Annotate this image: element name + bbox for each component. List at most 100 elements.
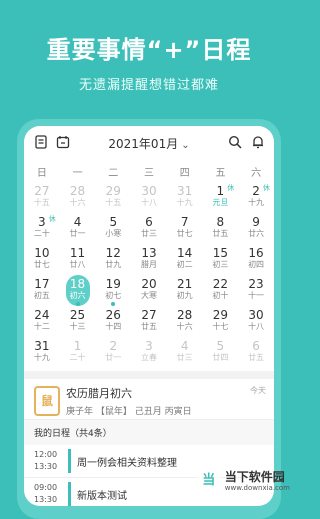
day-number: 21 xyxy=(177,277,193,291)
day-cell[interactable]: 12 廿九 xyxy=(95,244,131,275)
day-number: 4 xyxy=(180,339,189,353)
day-number: 27 xyxy=(141,308,157,322)
lunar-day: 廿九 xyxy=(105,260,122,269)
day-cell[interactable]: 14 初二 xyxy=(167,244,203,275)
day-cell[interactable]: 19 初七 xyxy=(95,275,131,306)
lunar-day: 廿一 xyxy=(105,353,122,362)
lunar-day: 二十 xyxy=(33,229,50,238)
day-cell[interactable]: 24 十二 xyxy=(24,306,60,337)
lunar-day: 二十 xyxy=(69,353,86,362)
day-cell[interactable]: 2 廿一 xyxy=(95,337,131,368)
lunar-day: 初四 xyxy=(248,260,265,269)
lunar-date-title: 农历腊月初六 xyxy=(66,387,132,400)
weekday-label: 三 xyxy=(144,167,155,179)
day-cell[interactable]: 13 腊月 xyxy=(131,244,167,275)
day-cell[interactable]: 5 廿四 xyxy=(203,337,239,368)
day-number: 1 xyxy=(73,339,82,353)
weekday-label: 五 xyxy=(215,167,226,179)
event-color-bar xyxy=(68,449,71,473)
day-cell[interactable]: 1 元旦休 xyxy=(203,182,239,213)
lunar-day: 十七 xyxy=(212,322,229,331)
watermark-name: 当下软件园 xyxy=(224,469,285,484)
day-number: 31 xyxy=(34,339,50,353)
day-cell[interactable]: 30 十八 xyxy=(131,182,167,213)
lunar-day: 十九 xyxy=(176,198,193,207)
lunar-day: 初十 xyxy=(212,291,229,300)
day-cell[interactable]: 8 廿五 xyxy=(203,213,239,244)
day-cell[interactable]: 26 十四 xyxy=(95,306,131,337)
day-number: 17 xyxy=(34,277,50,291)
calendar-toolbar: 2021年01月 ⌄ xyxy=(24,126,274,160)
day-cell[interactable]: 5 小寒 xyxy=(95,213,131,244)
day-number: 25 xyxy=(69,308,86,322)
day-cell[interactable]: 7 廿七 xyxy=(167,213,203,244)
day-number: 7 xyxy=(180,215,189,229)
day-cell[interactable]: 10 廿七 xyxy=(24,244,60,275)
day-cell[interactable]: 6 廿五 xyxy=(238,337,274,368)
day-number: 20 xyxy=(141,277,157,291)
day-cell[interactable]: 29 十五 xyxy=(95,182,131,213)
event-end: 13:30 xyxy=(34,462,58,471)
lunar-day: 十九 xyxy=(33,353,50,362)
day-cell[interactable]: 4 廿三 xyxy=(167,337,203,368)
day-cell[interactable]: 28 十六 xyxy=(167,306,203,337)
day-number: 13 xyxy=(141,246,157,260)
month-label: 2021年01月 xyxy=(108,137,179,151)
day-cell[interactable]: 3 立春 xyxy=(131,337,167,368)
day-cell[interactable]: 31 十九 xyxy=(24,337,60,368)
day-cell[interactable]: 27 十五 xyxy=(24,182,60,213)
day-number: 28 xyxy=(69,184,86,198)
lunar-day: 十三 xyxy=(69,322,86,331)
day-cell[interactable]: 1 二十 xyxy=(60,337,96,368)
day-cell[interactable]: 6 廿三 xyxy=(131,213,167,244)
lunar-day: 十八 xyxy=(248,322,265,331)
day-cell[interactable]: 9 廿六 xyxy=(238,213,274,244)
lunar-day: 初九 xyxy=(176,291,193,300)
day-number: 11 xyxy=(69,246,86,260)
day-cell[interactable]: 27 廿五 xyxy=(131,306,167,337)
weekday-label: 一 xyxy=(72,167,83,179)
lunar-day: 十五 xyxy=(105,198,122,207)
lunar-day: 十二 xyxy=(33,322,50,331)
day-number: 3 xyxy=(145,339,153,353)
ganzhi-text: 庚子年 【鼠年】 己丑月 丙寅日 xyxy=(66,407,192,417)
day-cell[interactable]: 23 十一 xyxy=(238,275,274,306)
lunar-day: 廿六 xyxy=(248,229,265,238)
month-grid: 27 十五 28 十六 29 十五 30 十八 31 十九 1 元旦休 2 十九休 3 二十休 4 廿一 5 小寒 6 廿… xyxy=(24,182,274,368)
lunar-day: 十一 xyxy=(248,291,265,300)
lunar-info: 鼠 农历腊月初六 庚子年 【鼠年】 己丑月 丙寅日 今天 xyxy=(24,379,274,419)
lunar-day: 十六 xyxy=(176,322,193,331)
day-number: 4 xyxy=(73,215,82,229)
day-cell[interactable]: 2 十九休 xyxy=(238,182,274,213)
lunar-day: 小寒 xyxy=(105,229,122,238)
day-cell[interactable]: 28 十六 xyxy=(60,182,96,213)
day-cell[interactable]: 29 十七 xyxy=(203,306,239,337)
day-cell[interactable]: 3 二十休 xyxy=(24,213,60,244)
day-cell[interactable]: 4 廿一 xyxy=(60,213,96,244)
event-color-bar xyxy=(68,482,71,506)
day-cell[interactable]: 30 十八 xyxy=(238,306,274,337)
day-number: 23 xyxy=(248,277,264,291)
event-end: 13:30 xyxy=(34,495,58,504)
day-cell[interactable]: 25 十三 xyxy=(60,306,96,337)
day-cell[interactable]: 31 十九 xyxy=(167,182,203,213)
day-cell[interactable]: 15 初三 xyxy=(203,244,239,275)
day-cell[interactable]: 18 初六 xyxy=(60,275,96,306)
day-cell[interactable]: 17 初五 xyxy=(24,275,60,306)
lunar-day: 十四 xyxy=(105,322,122,331)
day-cell[interactable]: 22 初十 xyxy=(203,275,239,306)
day-cell[interactable]: 11 廿八 xyxy=(60,244,96,275)
day-cell[interactable]: 20 大寒 xyxy=(131,275,167,306)
day-number: 19 xyxy=(105,277,121,291)
search-icon[interactable] xyxy=(228,135,242,149)
watermark: 当 当下软件园 www.downxia.com xyxy=(195,468,290,494)
day-cell[interactable]: 16 初四 xyxy=(238,244,274,275)
subline: 无遗漏提醒想错过都难 xyxy=(78,78,219,93)
bell-icon[interactable] xyxy=(251,135,265,149)
today-button[interactable]: 今天 xyxy=(250,385,266,396)
day-cell[interactable]: 21 初九 xyxy=(167,275,203,306)
holiday-badge: 休 xyxy=(227,184,235,192)
day-number: 29 xyxy=(105,184,121,198)
lunar-day: 廿八 xyxy=(69,260,86,269)
lunar-day: 廿三 xyxy=(176,353,193,362)
